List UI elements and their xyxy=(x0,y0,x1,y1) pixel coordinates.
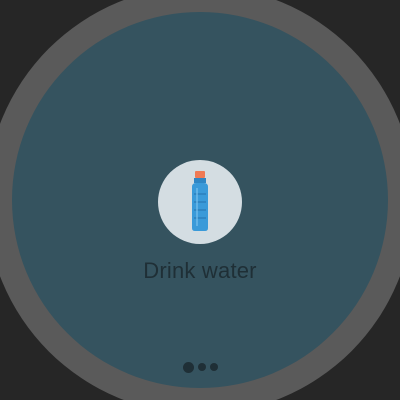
page-dot-2 xyxy=(197,363,206,371)
page-dot-3 xyxy=(209,363,218,371)
watch-face: Drink water xyxy=(0,0,400,400)
watch-screen[interactable]: Drink water xyxy=(12,12,388,388)
action-label: Drink water xyxy=(143,258,257,283)
water-bottle-icon xyxy=(192,171,208,231)
page-dot-1 xyxy=(182,361,194,373)
drink-water-action[interactable]: Drink water xyxy=(12,157,388,297)
action-icon-circle[interactable] xyxy=(158,160,242,244)
page-indicator xyxy=(12,361,388,373)
